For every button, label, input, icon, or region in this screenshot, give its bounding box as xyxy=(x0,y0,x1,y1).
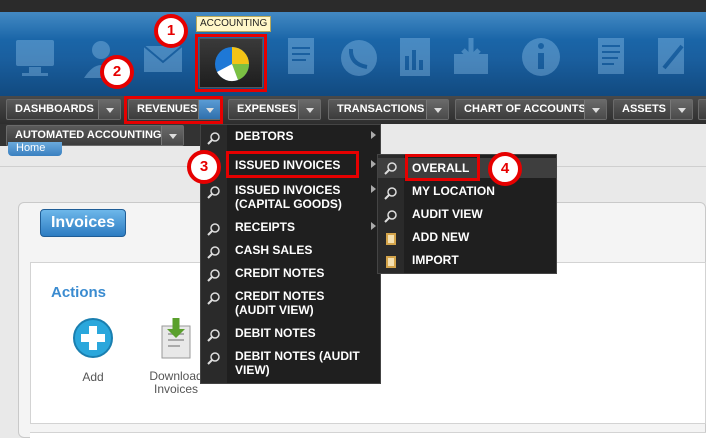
chevron-down-icon[interactable] xyxy=(298,100,320,119)
magnifier-icon xyxy=(207,328,221,342)
magnifier-icon xyxy=(207,131,221,145)
accounting-tooltip: ACCOUNTING xyxy=(196,16,272,32)
nav-transactions[interactable]: TRANSACTIONS xyxy=(328,99,449,120)
info-icon[interactable] xyxy=(518,34,564,80)
main-nav-bar: DASHBOARDS REVENUES EXPENSES TRANSACTION… xyxy=(0,96,706,124)
callout-2: 2 xyxy=(100,55,134,89)
magnifier-icon xyxy=(207,291,221,305)
magnifier-icon xyxy=(207,245,221,259)
magnifier-icon xyxy=(384,209,398,223)
overall-highlight-box xyxy=(405,154,480,181)
monitor-icon[interactable] xyxy=(12,34,58,80)
notebook-icon xyxy=(384,255,398,269)
submenu-item-my-location[interactable]: MY LOCATION xyxy=(378,184,556,202)
chevron-down-icon[interactable] xyxy=(98,100,120,119)
chevron-right-icon xyxy=(371,185,376,193)
add-label: Add xyxy=(82,370,104,384)
chevron-down-icon[interactable] xyxy=(670,100,692,119)
chevron-down-icon[interactable] xyxy=(161,126,183,145)
submenu-item-audit-view[interactable]: AUDIT VIEW xyxy=(378,207,556,225)
menu-item-debit-notes-audit-view[interactable]: DEBIT NOTES (AUDIT VIEW) xyxy=(201,349,382,379)
bottom-strip xyxy=(30,432,706,438)
nav-expenses[interactable]: EXPENSES xyxy=(228,99,321,120)
revenues-highlight-box xyxy=(124,96,223,124)
notebook-icon xyxy=(384,232,398,246)
chevron-right-icon xyxy=(371,160,376,168)
magnifier-icon xyxy=(207,268,221,282)
magnifier-icon xyxy=(384,186,398,200)
nav-dashboards[interactable]: DASHBOARDS xyxy=(6,99,121,120)
chart-doc-icon[interactable] xyxy=(392,34,438,80)
magnifier-icon xyxy=(207,222,221,236)
download-icon xyxy=(161,318,191,359)
submenu-item-add-new[interactable]: ADD NEW xyxy=(378,230,556,248)
accounting-highlight-box xyxy=(195,34,267,92)
document-icon[interactable] xyxy=(588,34,634,80)
issued-invoices-highlight-box xyxy=(226,151,359,178)
nav-more[interactable] xyxy=(698,99,706,120)
magnifier-icon xyxy=(207,351,221,365)
callout-3: 3 xyxy=(187,150,221,184)
panel-title: Invoices xyxy=(40,209,126,237)
submenu-item-import[interactable]: IMPORT xyxy=(378,253,556,271)
menu-item-credit-notes[interactable]: CREDIT NOTES xyxy=(201,266,382,284)
chevron-down-icon[interactable] xyxy=(584,100,606,119)
pencil-doc-icon[interactable] xyxy=(648,34,694,80)
home-tab[interactable]: Home xyxy=(8,142,62,156)
inbox-icon[interactable] xyxy=(448,34,494,80)
callout-1: 1 xyxy=(154,14,188,48)
menu-item-debit-notes[interactable]: DEBIT NOTES xyxy=(201,326,382,344)
top-strip xyxy=(0,0,706,12)
nav-assets[interactable]: ASSETS xyxy=(613,99,693,120)
magnifier-icon xyxy=(207,185,221,199)
notepad-icon[interactable] xyxy=(278,34,324,80)
menu-item-receipts[interactable]: RECEIPTS xyxy=(201,220,382,238)
chevron-right-icon xyxy=(371,222,376,230)
actions-title: Actions xyxy=(51,284,107,301)
menu-item-issued-invoices-capital-goods[interactable]: ISSUED INVOICES (CAPITAL GOODS) xyxy=(201,183,382,213)
phone-icon[interactable] xyxy=(336,34,382,80)
plus-icon xyxy=(73,318,113,358)
nav-chart-of-accounts[interactable]: CHART OF ACCOUNTS xyxy=(455,99,607,120)
menu-item-credit-notes-audit-view[interactable]: CREDIT NOTES (AUDIT VIEW) xyxy=(201,289,382,319)
chevron-down-icon[interactable] xyxy=(426,100,448,119)
menu-item-cash-sales[interactable]: CASH SALES xyxy=(201,243,382,261)
menu-item-debtors[interactable]: DEBTORS xyxy=(201,129,382,147)
callout-4: 4 xyxy=(488,152,522,186)
chevron-right-icon xyxy=(371,131,376,139)
add-action[interactable]: Add xyxy=(68,316,118,384)
magnifier-icon xyxy=(384,161,398,175)
